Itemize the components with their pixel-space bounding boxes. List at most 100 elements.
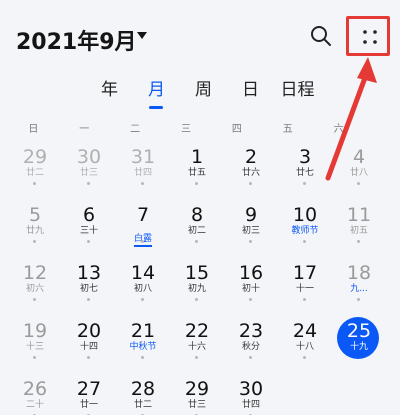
lunar-date: 廿四: [133, 168, 152, 178]
day-number: 29: [184, 378, 210, 400]
day-cell[interactable]: 1 廿五: [170, 140, 224, 198]
weekday-header: 日 一 二 三 四 五 六: [8, 120, 364, 135]
weekday-label: 三: [181, 124, 191, 135]
event-dot: [195, 356, 198, 359]
lunar-date: 廿二: [133, 400, 152, 410]
lunar-date: 廿三: [187, 400, 206, 410]
day-cell[interactable]: 6 三十: [62, 198, 116, 256]
event-dot: [357, 240, 360, 243]
day-cell[interactable]: 29 廿三: [170, 372, 224, 415]
chevron-down-icon[interactable]: [137, 32, 147, 39]
day-cell[interactable]: 30 廿四: [224, 372, 278, 415]
day-cell[interactable]: 31 廿四: [116, 140, 170, 198]
event-dot: [249, 356, 252, 359]
day-number: 2: [244, 146, 258, 168]
day-cell[interactable]: 7 白露: [116, 198, 170, 256]
day-number: 31: [130, 146, 156, 168]
day-number: 5: [28, 204, 42, 226]
lunar-date: 廿九: [25, 226, 44, 236]
day-cell[interactable]: 15 初九: [170, 256, 224, 314]
day-cell-today[interactable]: 25 十九: [332, 314, 386, 372]
event-dot: [141, 298, 144, 301]
lunar-date: 初十: [241, 284, 260, 294]
day-number: 9: [244, 204, 258, 226]
lunar-date: 初六: [25, 284, 44, 294]
day-cell: [332, 372, 386, 415]
day-cell: [278, 372, 332, 415]
day-number: 12: [22, 262, 48, 284]
day-cell[interactable]: 26 二十: [8, 372, 62, 415]
lunar-date: 廿六: [241, 168, 260, 178]
lunar-date: 廿五: [187, 168, 206, 178]
day-cell[interactable]: 19 十三: [8, 314, 62, 372]
day-cell[interactable]: 8 初二: [170, 198, 224, 256]
day-cell[interactable]: 9 初三: [224, 198, 278, 256]
event-dot: [87, 298, 90, 301]
event-dot: [87, 356, 90, 359]
day-cell[interactable]: 17 十一: [278, 256, 332, 314]
tab-day[interactable]: 日: [227, 76, 274, 108]
tab-agenda[interactable]: 日程: [274, 76, 321, 108]
day-cell[interactable]: 28 廿二: [116, 372, 170, 415]
weekday-label: 四: [231, 124, 242, 135]
day-cell[interactable]: 4 廿八: [332, 140, 386, 198]
day-number: 18: [346, 262, 372, 284]
day-cell[interactable]: 12 初六: [8, 256, 62, 314]
lunar-date: 中秋节: [129, 342, 157, 352]
event-dot: [87, 240, 90, 243]
lunar-date: 初七: [79, 284, 98, 294]
day-cell[interactable]: 3 廿七: [278, 140, 332, 198]
day-cell[interactable]: 5 廿九: [8, 198, 62, 256]
lunar-date: 十四: [79, 342, 98, 352]
day-number: 20: [76, 320, 102, 342]
event-dot: [303, 240, 306, 243]
day-cell[interactable]: 2 廿六: [224, 140, 278, 198]
day-cell[interactable]: 27 廿一: [62, 372, 116, 415]
day-cell[interactable]: 20 十四: [62, 314, 116, 372]
day-number: 7: [136, 204, 150, 226]
event-dot: [141, 240, 144, 243]
lunar-date: 十三: [25, 342, 44, 352]
day-number: 14: [130, 262, 156, 284]
lunar-date: 廿八: [349, 168, 368, 178]
day-cell[interactable]: 30 廿三: [62, 140, 116, 198]
day-number: 21: [130, 320, 156, 342]
day-cell[interactable]: 13 初七: [62, 256, 116, 314]
day-number: 29: [22, 146, 48, 168]
lunar-date: 十六: [187, 342, 206, 352]
event-dot: [33, 240, 36, 243]
day-cell[interactable]: 29 廿二: [8, 140, 62, 198]
weekday-label: 五: [282, 124, 293, 135]
day-cell[interactable]: 24 十八: [278, 314, 332, 372]
day-cell[interactable]: 22 十六: [170, 314, 224, 372]
day-number: 13: [76, 262, 102, 284]
event-dot: [249, 240, 252, 243]
event-dot: [195, 240, 198, 243]
day-cell[interactable]: 14 初八: [116, 256, 170, 314]
search-icon[interactable]: [309, 24, 333, 48]
event-dot: [357, 182, 360, 185]
day-number: 17: [292, 262, 318, 284]
annotation-highlight-box: [346, 16, 390, 56]
day-number: 28: [130, 378, 156, 400]
lunar-date: 廿二: [25, 168, 44, 178]
event-dot: [357, 298, 360, 301]
day-cell[interactable]: 21 中秋节: [116, 314, 170, 372]
day-number: 30: [76, 146, 102, 168]
tab-month[interactable]: 月: [133, 76, 180, 109]
day-cell[interactable]: 10 教师节: [278, 198, 332, 256]
day-number: 4: [352, 146, 366, 168]
day-number: 15: [184, 262, 210, 284]
day-cell[interactable]: 11 初五: [332, 198, 386, 256]
tab-year[interactable]: 年: [86, 76, 133, 108]
week-row: 12 初六 13 初七 14 初八 15 初九 16 初十 17 十一 18 九...: [8, 256, 392, 314]
lunar-date: 十八: [295, 342, 314, 352]
day-cell[interactable]: 16 初十: [224, 256, 278, 314]
day-cell[interactable]: 18 九...: [332, 256, 386, 314]
day-number: 1: [190, 146, 204, 168]
month-title-button[interactable]: 2021年9月: [16, 24, 137, 56]
lunar-date: 廿七: [295, 168, 314, 178]
event-dot: [141, 356, 144, 359]
day-cell[interactable]: 23 秋分: [224, 314, 278, 372]
tab-week[interactable]: 周: [180, 76, 227, 108]
